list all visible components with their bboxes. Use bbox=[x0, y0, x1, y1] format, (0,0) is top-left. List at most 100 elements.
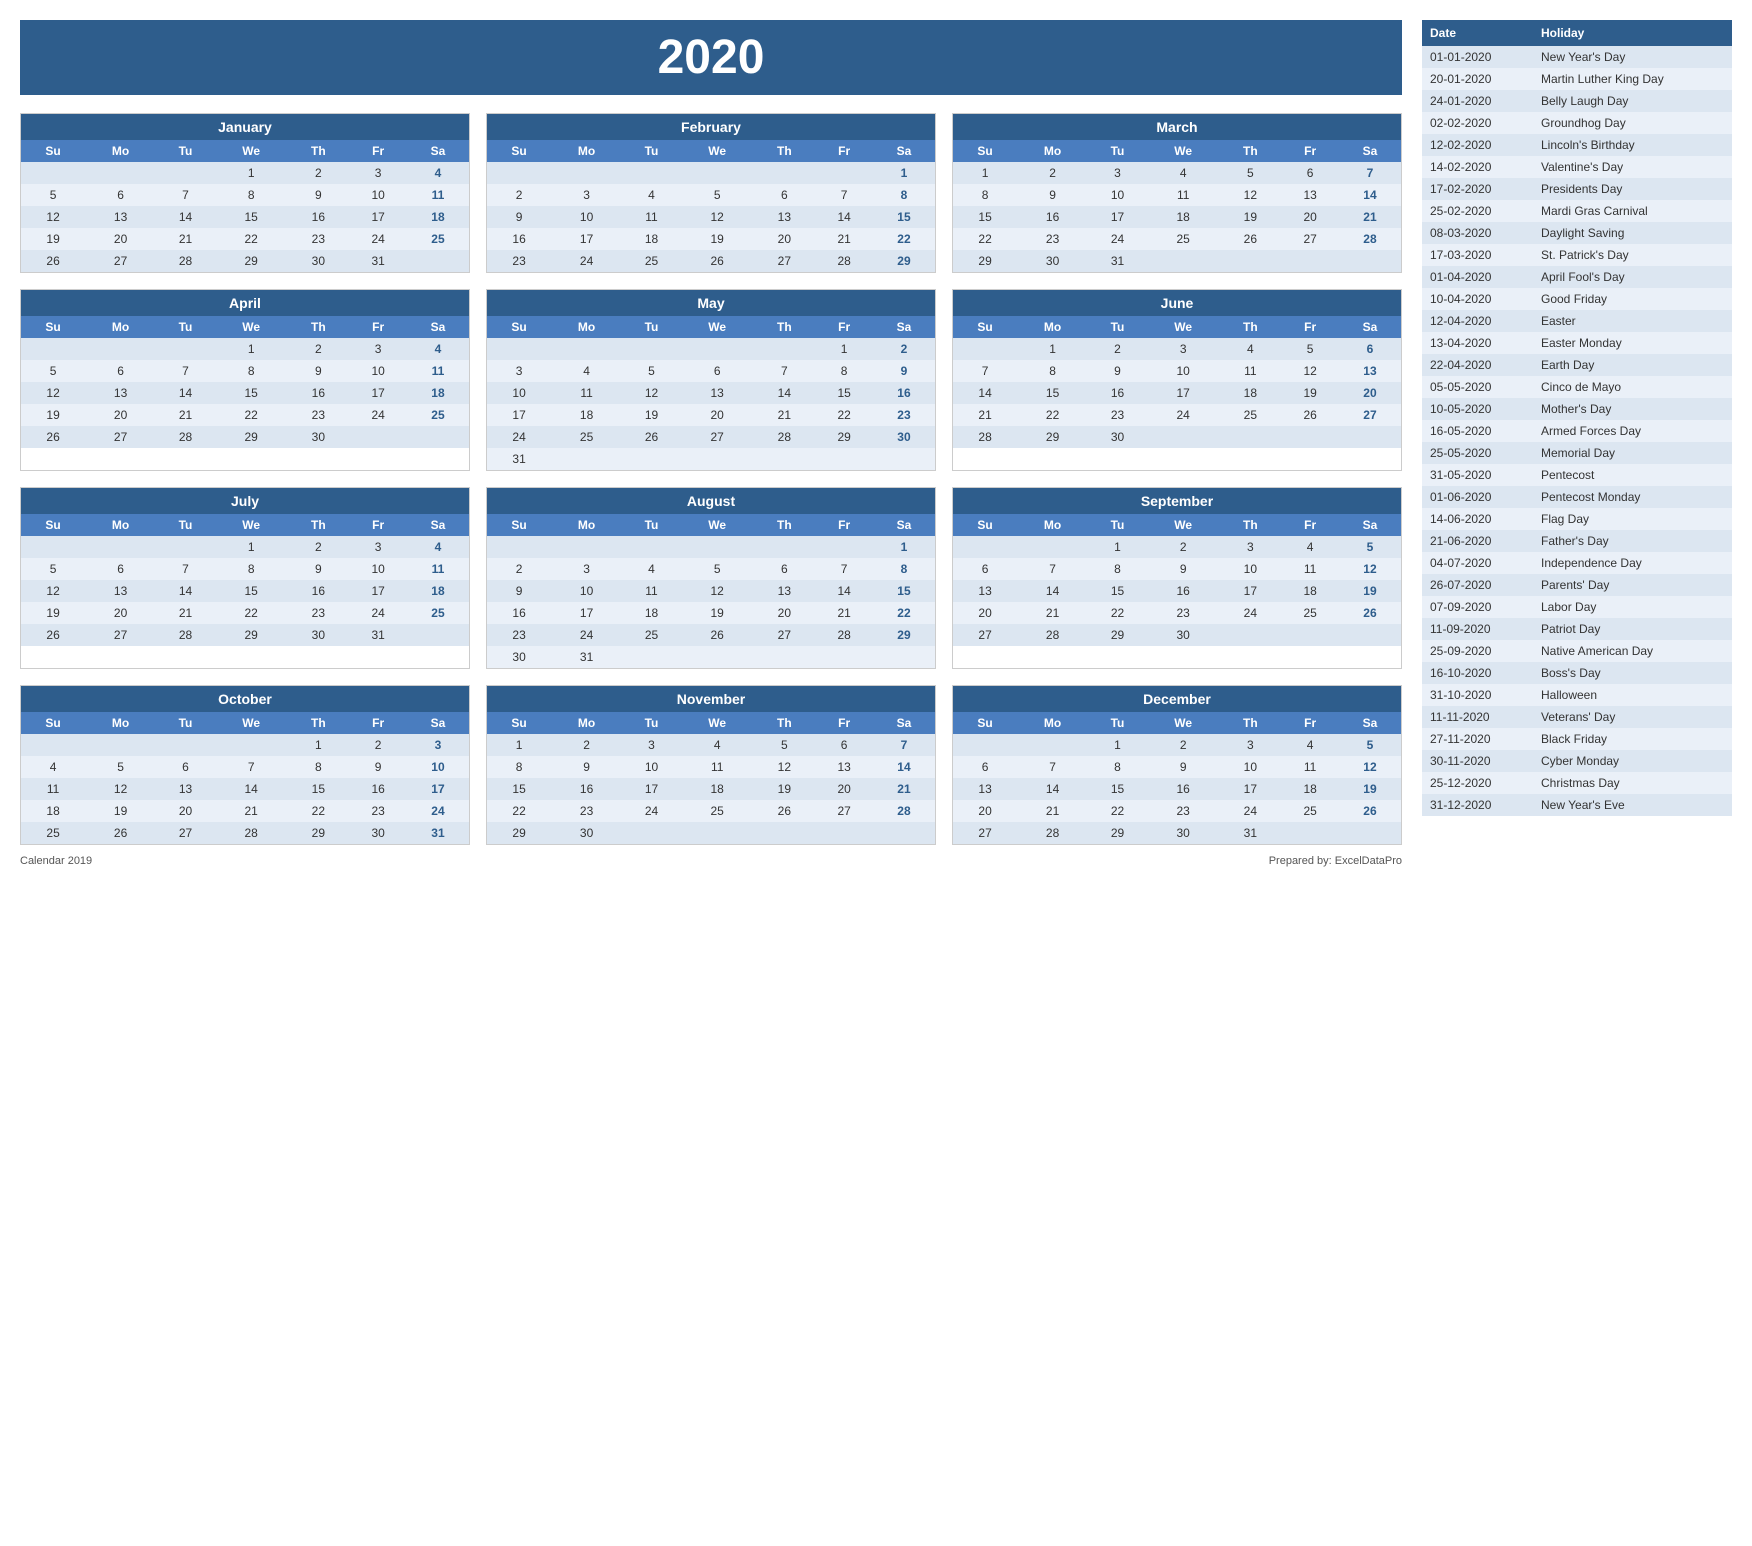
day-header: Mo bbox=[85, 316, 156, 338]
day-cell: 20 bbox=[753, 228, 815, 250]
day-header: Mo bbox=[551, 140, 622, 162]
day-cell: 20 bbox=[953, 800, 1017, 822]
day-cell bbox=[407, 426, 469, 448]
day-cell: 5 bbox=[1339, 536, 1401, 558]
day-header: Su bbox=[953, 514, 1017, 536]
day-header: Su bbox=[487, 316, 551, 338]
day-cell: 31 bbox=[349, 624, 407, 646]
day-header: Mo bbox=[85, 514, 156, 536]
day-header: Sa bbox=[873, 316, 935, 338]
day-cell: 2 bbox=[287, 162, 349, 184]
holiday-row: 31-10-2020Halloween bbox=[1422, 684, 1732, 706]
day-cell bbox=[1339, 426, 1401, 448]
day-cell: 9 bbox=[487, 580, 551, 602]
holiday-date: 07-09-2020 bbox=[1422, 596, 1533, 618]
day-cell: 27 bbox=[681, 426, 753, 448]
day-cell: 20 bbox=[85, 404, 156, 426]
day-cell: 21 bbox=[156, 404, 215, 426]
holiday-date: 11-09-2020 bbox=[1422, 618, 1533, 640]
holiday-date: 13-04-2020 bbox=[1422, 332, 1533, 354]
day-cell: 13 bbox=[681, 382, 753, 404]
day-cell: 15 bbox=[1088, 778, 1147, 800]
day-cell: 10 bbox=[1147, 360, 1219, 382]
day-cell: 13 bbox=[753, 580, 815, 602]
day-cell bbox=[487, 162, 551, 184]
holiday-row: 20-01-2020Martin Luther King Day bbox=[1422, 68, 1732, 90]
day-cell: 21 bbox=[1339, 206, 1401, 228]
day-cell bbox=[622, 338, 681, 360]
day-cell: 26 bbox=[681, 624, 753, 646]
holiday-name: Labor Day bbox=[1533, 596, 1732, 618]
day-cell bbox=[85, 338, 156, 360]
day-cell: 29 bbox=[815, 426, 873, 448]
day-cell bbox=[873, 822, 935, 844]
day-cell: 23 bbox=[1088, 404, 1147, 426]
day-cell: 16 bbox=[349, 778, 407, 800]
day-cell: 18 bbox=[407, 206, 469, 228]
day-cell: 29 bbox=[215, 250, 287, 272]
holiday-row: 07-09-2020Labor Day bbox=[1422, 596, 1732, 618]
day-cell: 24 bbox=[349, 228, 407, 250]
day-header: Tu bbox=[1088, 712, 1147, 734]
holiday-date: 30-11-2020 bbox=[1422, 750, 1533, 772]
day-cell: 13 bbox=[953, 580, 1017, 602]
day-cell: 1 bbox=[215, 338, 287, 360]
month-title: January bbox=[21, 114, 469, 140]
holiday-date: 05-05-2020 bbox=[1422, 376, 1533, 398]
day-cell: 2 bbox=[349, 734, 407, 756]
day-header: Th bbox=[287, 514, 349, 536]
day-cell bbox=[215, 734, 287, 756]
day-cell: 26 bbox=[1339, 602, 1401, 624]
day-cell bbox=[1281, 426, 1339, 448]
day-cell: 28 bbox=[215, 822, 287, 844]
day-cell: 5 bbox=[753, 734, 815, 756]
day-cell: 25 bbox=[551, 426, 622, 448]
day-cell: 8 bbox=[487, 756, 551, 778]
holiday-name: Parents' Day bbox=[1533, 574, 1732, 596]
holiday-name: Mardi Gras Carnival bbox=[1533, 200, 1732, 222]
day-cell: 31 bbox=[349, 250, 407, 272]
holiday-date: 26-07-2020 bbox=[1422, 574, 1533, 596]
holiday-date: 25-02-2020 bbox=[1422, 200, 1533, 222]
day-cell: 22 bbox=[1017, 404, 1088, 426]
holiday-name: Halloween bbox=[1533, 684, 1732, 706]
day-cell: 12 bbox=[681, 206, 753, 228]
holiday-row: 17-02-2020Presidents Day bbox=[1422, 178, 1732, 200]
day-cell bbox=[681, 338, 753, 360]
day-cell: 1 bbox=[1088, 734, 1147, 756]
day-header: We bbox=[1147, 140, 1219, 162]
day-cell bbox=[681, 162, 753, 184]
day-cell: 28 bbox=[815, 624, 873, 646]
day-cell: 18 bbox=[622, 228, 681, 250]
day-cell: 9 bbox=[349, 756, 407, 778]
day-cell: 22 bbox=[815, 404, 873, 426]
day-cell: 26 bbox=[622, 426, 681, 448]
day-cell: 22 bbox=[215, 228, 287, 250]
day-cell: 17 bbox=[349, 580, 407, 602]
holiday-date: 02-02-2020 bbox=[1422, 112, 1533, 134]
day-cell: 23 bbox=[873, 404, 935, 426]
day-cell: 9 bbox=[287, 558, 349, 580]
day-cell: 25 bbox=[407, 602, 469, 624]
day-header: Mo bbox=[1017, 514, 1088, 536]
day-cell: 11 bbox=[622, 580, 681, 602]
day-cell: 15 bbox=[487, 778, 551, 800]
day-cell: 29 bbox=[487, 822, 551, 844]
day-cell: 15 bbox=[215, 206, 287, 228]
day-cell: 6 bbox=[85, 558, 156, 580]
holiday-row: 25-05-2020Memorial Day bbox=[1422, 442, 1732, 464]
month-block: DecemberSuMoTuWeThFrSa123456789101112131… bbox=[952, 685, 1402, 845]
day-header: Su bbox=[953, 712, 1017, 734]
day-header: Fr bbox=[1281, 316, 1339, 338]
day-cell: 28 bbox=[873, 800, 935, 822]
day-cell: 31 bbox=[407, 822, 469, 844]
holiday-row: 27-11-2020Black Friday bbox=[1422, 728, 1732, 750]
day-cell bbox=[753, 822, 815, 844]
day-header: Su bbox=[487, 514, 551, 536]
day-header: We bbox=[681, 316, 753, 338]
day-cell: 30 bbox=[287, 250, 349, 272]
day-cell: 5 bbox=[1339, 734, 1401, 756]
day-header: Sa bbox=[873, 140, 935, 162]
day-cell: 9 bbox=[551, 756, 622, 778]
day-header: Mo bbox=[1017, 712, 1088, 734]
